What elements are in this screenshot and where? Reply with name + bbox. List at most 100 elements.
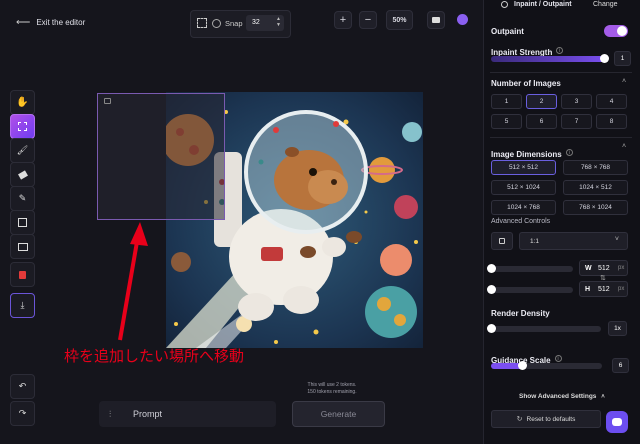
redo-button[interactable]: ↷: [10, 401, 35, 426]
width-unit: px: [618, 265, 625, 271]
inpaint-strength-knob[interactable]: [600, 54, 609, 63]
chat-icon: [612, 418, 622, 426]
select-tool-icon[interactable]: [197, 18, 207, 28]
reset-label: Reset to defaults: [526, 415, 576, 423]
zoom-in-button[interactable]: +: [334, 11, 352, 29]
prompt-input[interactable]: ⫶ Prompt: [99, 401, 276, 427]
image-count-option[interactable]: 6: [526, 114, 557, 129]
show-advanced-settings[interactable]: Show Advanced Settings ˄: [519, 393, 605, 400]
image-count-option[interactable]: 4: [596, 94, 627, 109]
dimension-option[interactable]: 768 × 1024: [563, 200, 628, 215]
render-density-value[interactable]: 1x: [608, 321, 627, 336]
inpaint-strength-slider[interactable]: [491, 56, 606, 62]
brush-tool[interactable]: 🖌: [10, 138, 35, 163]
dimension-option[interactable]: 1024 × 768: [491, 200, 556, 215]
toggle-knob: [617, 26, 627, 36]
snap-value-input[interactable]: 32 ▲ ▼: [246, 15, 284, 31]
download-tool[interactable]: ⤓: [10, 293, 35, 318]
image-tool[interactable]: [10, 234, 35, 259]
eraser-tool[interactable]: [10, 162, 35, 187]
tokens-info: This will use 2 tokens. 150 tokens remai…: [292, 382, 372, 396]
width-label: W: [585, 265, 592, 272]
collapse-chevron-icon[interactable]: ˄: [622, 143, 626, 150]
generate-label: Generate: [320, 409, 357, 419]
width-slider[interactable]: [491, 266, 573, 272]
show-advanced-label: Show Advanced Settings: [519, 393, 597, 400]
image-count-option[interactable]: 7: [561, 114, 592, 129]
stepper-icon[interactable]: ▲ ▼: [276, 16, 281, 28]
hand-tool[interactable]: ✋: [10, 90, 35, 115]
guidance-scale-knob[interactable]: [518, 361, 527, 370]
ratio-value: 1:1: [530, 238, 540, 245]
image-dimensions-label: Image Dimensions: [491, 150, 562, 159]
delete-tool[interactable]: [10, 262, 35, 287]
height-slider-knob[interactable]: [487, 285, 496, 294]
guidance-scale-value[interactable]: 6: [612, 358, 629, 373]
image-count-option[interactable]: 3: [561, 94, 592, 109]
width-value: 512: [598, 265, 610, 272]
marquee-tool[interactable]: [10, 114, 35, 139]
trash-icon: [19, 270, 26, 279]
exit-editor-button[interactable]: ⟵ Exit the editor: [16, 17, 85, 28]
hand-icon: ✋: [16, 97, 29, 108]
chat-button[interactable]: [606, 411, 628, 433]
snap-label: Snap: [225, 19, 243, 28]
dimension-option[interactable]: 512 × 1024: [491, 180, 556, 195]
lock-icon: [499, 238, 505, 244]
inpaint-strength-value[interactable]: 1: [614, 51, 631, 66]
download-icon: ⤓: [20, 300, 25, 310]
number-of-images-label: Number of Images: [491, 79, 561, 88]
pencil-icon: ✎: [18, 193, 27, 203]
layout-tool[interactable]: [10, 210, 35, 235]
reset-icon: ↻: [516, 416, 523, 423]
outpaint-label: Outpaint: [491, 27, 524, 36]
zoom-in-icon: +: [339, 14, 347, 26]
dimension-option[interactable]: 768 × 768: [563, 160, 628, 175]
image-count-option[interactable]: 5: [491, 114, 522, 129]
ratio-select[interactable]: 1:1 ˅: [519, 232, 628, 250]
image-count-option[interactable]: 8: [596, 114, 627, 129]
render-density-label: Render Density: [491, 309, 550, 318]
collapse-chevron-icon[interactable]: ˄: [622, 78, 626, 85]
width-slider-knob[interactable]: [487, 264, 496, 273]
prompt-settings-icon[interactable]: ⫶: [109, 409, 111, 420]
snap-toggle[interactable]: [212, 19, 221, 28]
image-count-option[interactable]: 2: [526, 94, 557, 109]
height-slider[interactable]: [491, 287, 573, 293]
undo-button[interactable]: ↶: [10, 374, 35, 399]
render-density-slider[interactable]: [491, 326, 601, 332]
outpaint-toggle[interactable]: [604, 25, 628, 37]
info-icon[interactable]: i: [565, 149, 573, 157]
camera-button[interactable]: [427, 11, 445, 29]
divider: [490, 72, 632, 73]
marquee-icon: [18, 122, 27, 131]
pencil-tool[interactable]: ✎: [10, 186, 35, 211]
height-label: H: [585, 286, 591, 293]
info-icon[interactable]: i: [556, 47, 564, 55]
info-icon[interactable]: i: [554, 355, 562, 363]
tokens-remaining: 150 tokens remaining.: [307, 389, 357, 395]
snap-value: 32: [252, 19, 260, 26]
change-mode-button[interactable]: Change: [593, 1, 618, 8]
lock-icon[interactable]: [104, 98, 111, 104]
aspect-lock-button[interactable]: [491, 232, 513, 250]
zoom-out-button[interactable]: −: [359, 11, 377, 29]
dimension-option[interactable]: 1024 × 512: [563, 180, 628, 195]
help-icon[interactable]: [457, 14, 468, 25]
camera-icon: [432, 17, 440, 23]
brush-icon: 🖌: [16, 145, 29, 155]
outpaint-frame[interactable]: [97, 93, 225, 220]
layout-icon: [18, 218, 27, 227]
render-density-knob[interactable]: [487, 324, 496, 333]
height-input[interactable]: H 512 px: [579, 281, 628, 297]
generate-button[interactable]: Generate: [292, 401, 385, 427]
zoom-level[interactable]: 50%: [386, 10, 413, 30]
divider: [490, 137, 632, 138]
image-icon: [17, 242, 28, 251]
chevron-up-icon: ˄: [601, 394, 605, 400]
dimension-option[interactable]: 512 × 512: [491, 160, 556, 175]
reset-defaults-button[interactable]: ↻ Reset to defaults: [491, 410, 601, 428]
mode-label: Inpaint / Outpaint: [514, 1, 572, 8]
height-unit: px: [618, 286, 625, 292]
image-count-option[interactable]: 1: [491, 94, 522, 109]
